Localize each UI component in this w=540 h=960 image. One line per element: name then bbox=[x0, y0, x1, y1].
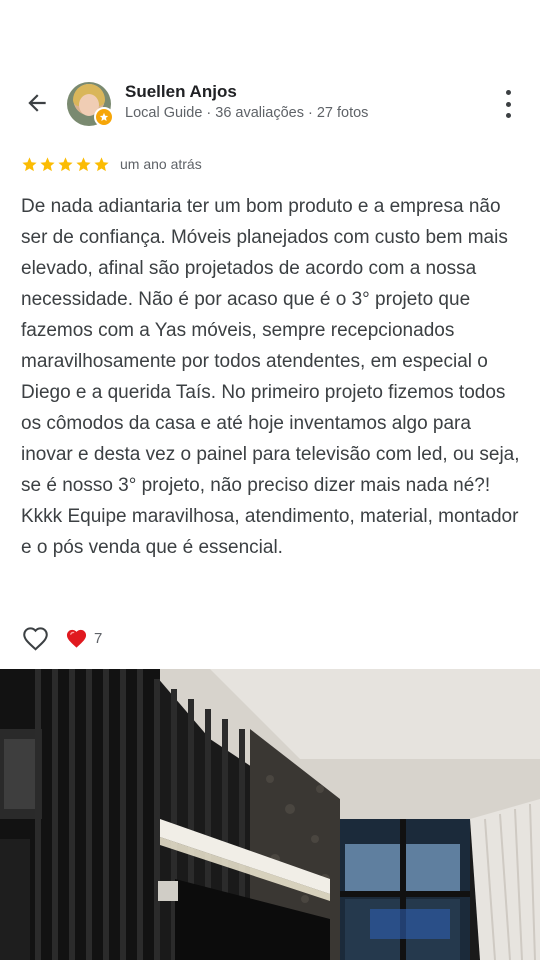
star-icon bbox=[76, 156, 91, 171]
review-photo[interactable] bbox=[0, 669, 540, 960]
author-name[interactable]: Suellen Anjos bbox=[125, 82, 237, 102]
review-header: Suellen Anjos Local Guide · 36 avaliaçõe… bbox=[0, 76, 540, 132]
review-text: De nada adiantaria ter um bom produto e … bbox=[21, 196, 520, 558]
reaction-count: 7 bbox=[94, 629, 103, 647]
local-guide-star-badge-icon bbox=[94, 107, 114, 127]
arrow-back-icon bbox=[28, 94, 46, 112]
review-time: um ano atrás bbox=[120, 156, 202, 172]
more-options-button[interactable] bbox=[498, 90, 518, 118]
author-meta: Local Guide · 36 avaliações · 27 fotos bbox=[125, 105, 369, 121]
review-actions: 7 bbox=[21, 624, 102, 652]
star-rating bbox=[21, 156, 110, 173]
star-icon bbox=[58, 156, 73, 171]
review-photo-image bbox=[0, 669, 540, 960]
star-icon bbox=[94, 156, 109, 171]
heart-outline-icon bbox=[22, 626, 48, 651]
more-vertical-icon bbox=[505, 90, 511, 95]
review-body: De nada adiantaria ter um bom produto e … bbox=[21, 191, 521, 563]
like-button[interactable] bbox=[21, 624, 49, 652]
reaction-summary[interactable]: 7 bbox=[65, 628, 102, 649]
red-heart-icon bbox=[66, 629, 87, 648]
star-icon bbox=[40, 156, 55, 171]
back-button[interactable] bbox=[20, 86, 54, 120]
avatar[interactable] bbox=[67, 82, 114, 127]
rating-row: um ano atrás bbox=[21, 154, 202, 174]
star-icon bbox=[22, 156, 37, 171]
